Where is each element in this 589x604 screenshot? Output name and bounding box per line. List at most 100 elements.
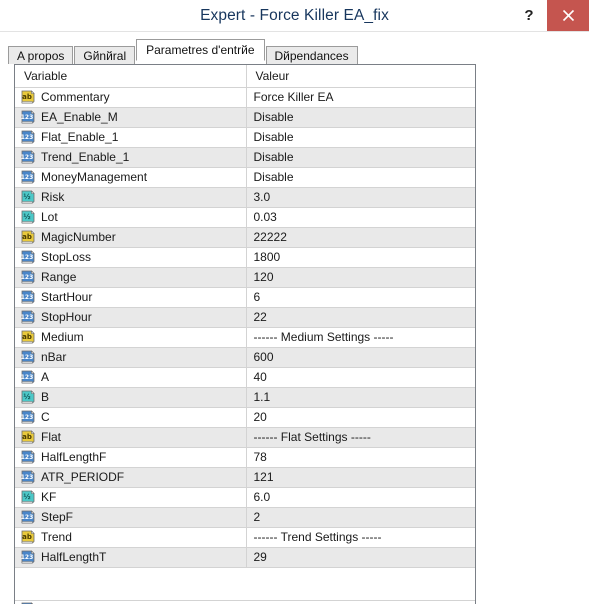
table-row[interactable]: ab Commentary Force Killer EA xyxy=(15,87,475,108)
svg-text:123: 123 xyxy=(21,354,33,361)
tab-parametres-dentree[interactable]: Parametres d'entrйe xyxy=(136,39,265,61)
variable-value: 1.1 xyxy=(253,390,271,404)
cell-valeur[interactable]: 29 xyxy=(246,547,475,568)
table-row[interactable]: 123 Flat_Enable_1 Disable xyxy=(15,127,475,148)
table-row[interactable]: 123 HalfLengthT 29 xyxy=(15,547,475,568)
table-row[interactable]: 123 Trend_Enable_1 Disable xyxy=(15,147,475,168)
cell-valeur[interactable]: Disable xyxy=(246,167,475,188)
column-header-variable[interactable]: Variable xyxy=(15,65,247,88)
table-row[interactable]: ab MagicNumber 22222 xyxy=(15,227,475,248)
table-row[interactable]: ½ B 1.1 xyxy=(15,387,475,408)
cell-variable[interactable]: 123 StopHour xyxy=(15,307,247,328)
cell-valeur[interactable]: 2 xyxy=(246,507,475,528)
variable-name: C xyxy=(41,410,50,424)
table-row[interactable]: 123 StopLoss 1800 xyxy=(15,247,475,268)
cell-variable[interactable]: 123 ATR_PERIODF xyxy=(15,467,247,488)
close-button[interactable] xyxy=(547,0,589,31)
table-row[interactable]: ab Medium ------ Medium Settings ----- xyxy=(15,327,475,348)
table-row[interactable]: 123 MoneyManagement Disable xyxy=(15,167,475,188)
cell-variable[interactable]: 123 Trend_Enable_1 xyxy=(15,147,247,168)
help-button[interactable]: ? xyxy=(511,0,547,31)
cell-variable[interactable]: ab Flat xyxy=(15,427,247,448)
double-type-icon: ½ xyxy=(21,390,35,404)
cell-variable[interactable]: 123 Range xyxy=(15,267,247,288)
cell-valeur[interactable]: ------ Trend Settings ----- xyxy=(246,527,475,548)
table-row[interactable]: 123 Range 120 xyxy=(15,267,475,288)
variable-value: 78 xyxy=(253,450,267,464)
cell-valeur[interactable]: 22222 xyxy=(246,227,475,248)
cell-valeur[interactable]: 1800 xyxy=(246,247,475,268)
cell-valeur[interactable]: Disable xyxy=(246,107,475,128)
variable-value: 600 xyxy=(253,350,274,364)
table-row[interactable]: 123 EA_Enable_M Disable xyxy=(15,107,475,128)
table-row[interactable]: 123 nBar 600 xyxy=(15,347,475,368)
table-row[interactable]: ½ Risk 3.0 xyxy=(15,187,475,208)
cell-valeur[interactable]: 22 xyxy=(246,307,475,328)
cell-variable[interactable]: ab Medium xyxy=(15,327,247,348)
cell-valeur[interactable]: ------ Medium Settings ----- xyxy=(246,327,475,348)
variable-name: Medium xyxy=(41,330,84,344)
cell-valeur[interactable]: Disable xyxy=(246,127,475,148)
svg-text:123: 123 xyxy=(21,514,33,521)
svg-text:123: 123 xyxy=(21,414,33,421)
cell-variable[interactable]: 123 Flat_Enable_1 xyxy=(15,127,247,148)
cell-valeur[interactable]: 600 xyxy=(246,347,475,368)
cell-valeur[interactable]: 121 xyxy=(246,467,475,488)
cell-variable[interactable]: 123 StopLoss xyxy=(15,247,247,268)
table-row[interactable]: 123 StartHour 6 xyxy=(15,287,475,308)
cell-valeur[interactable]: 6 xyxy=(246,287,475,308)
cell-variable[interactable]: 123 StepF xyxy=(15,507,247,528)
variable-name: ATR_PERIODF xyxy=(41,470,125,484)
table-row[interactable]: ½ KF 6.0 xyxy=(15,487,475,508)
variable-value: 0.03 xyxy=(253,210,277,224)
table-row[interactable]: 123 C 20 xyxy=(15,407,475,428)
tab-dependances[interactable]: Dйpendances xyxy=(265,46,358,64)
cell-variable[interactable]: 123 C xyxy=(15,407,247,428)
cell-variable[interactable]: ½ Lot xyxy=(15,207,247,228)
cell-variable[interactable]: ½ Risk xyxy=(15,187,247,208)
cell-variable[interactable]: 123 MoneyManagement xyxy=(15,167,247,188)
cell-variable[interactable]: 123 A xyxy=(15,367,247,388)
svg-text:123: 123 xyxy=(21,114,33,121)
table-row[interactable]: 123 StepF 2 xyxy=(15,507,475,528)
cell-valeur[interactable]: 78 xyxy=(246,447,475,468)
cell-variable[interactable]: ab Trend xyxy=(15,527,247,548)
table-row[interactable]: 123 HalfLengthF 78 xyxy=(15,447,475,468)
svg-text:123: 123 xyxy=(21,454,33,461)
cell-variable[interactable]: 123 nBar xyxy=(15,347,247,368)
variable-value: 1800 xyxy=(253,250,281,264)
table-row[interactable]: ½ Lot 0.03 xyxy=(15,207,475,228)
cell-variable[interactable]: ab MagicNumber xyxy=(15,227,247,248)
table-row[interactable]: ab Trend ------ Trend Settings ----- xyxy=(15,527,475,548)
window-title: Expert - Force Killer EA_fix xyxy=(200,6,389,24)
cell-valeur[interactable]: 1.1 xyxy=(246,387,475,408)
cell-valeur[interactable]: 40 xyxy=(246,367,475,388)
table-row[interactable]: ab Flat ------ Flat Settings ----- xyxy=(15,427,475,448)
tab-general[interactable]: Gйnйral xyxy=(74,46,136,64)
cell-variable[interactable]: ½B xyxy=(15,387,247,408)
table-row[interactable]: 123 ATR_PERIODF 121 xyxy=(15,467,475,488)
table-row[interactable]: 123 A 40 xyxy=(15,367,475,388)
cell-valeur[interactable]: Force Killer EA xyxy=(246,87,475,108)
parameters-table: Variable Valeur ab Commentary Force Killer… xyxy=(15,65,475,568)
cell-variable[interactable]: 123 HalfLengthF xyxy=(15,447,247,468)
tab-a-propos[interactable]: A propos xyxy=(8,46,74,64)
cell-variable[interactable]: 123 StartHour xyxy=(15,287,247,308)
cell-valeur[interactable]: ------ Flat Settings ----- xyxy=(246,427,475,448)
cell-valeur[interactable]: 6.0 xyxy=(246,487,475,508)
cell-valeur[interactable]: 120 xyxy=(246,267,475,288)
cell-variable[interactable]: 123 HalfLengthT xyxy=(15,547,247,568)
column-header-valeur[interactable]: Valeur xyxy=(246,65,475,88)
cell-valeur[interactable]: 3.0 xyxy=(246,187,475,208)
cell-variable[interactable]: 123 EA_Enable_M xyxy=(15,107,247,128)
cell-variable[interactable]: ab Commentary xyxy=(15,87,247,108)
cell-valeur[interactable]: 20 xyxy=(246,407,475,428)
svg-text:½: ½ xyxy=(23,393,30,401)
table-row[interactable]: 123 StopHour 22 xyxy=(15,307,475,328)
int-type-icon: 123 xyxy=(21,510,35,524)
cell-valeur[interactable]: 0.03 xyxy=(246,207,475,228)
cell-variable[interactable]: ½ KF xyxy=(15,487,247,508)
int-type-icon: 123 xyxy=(21,450,35,464)
svg-text:ab: ab xyxy=(22,233,32,241)
cell-valeur[interactable]: Disable xyxy=(246,147,475,168)
